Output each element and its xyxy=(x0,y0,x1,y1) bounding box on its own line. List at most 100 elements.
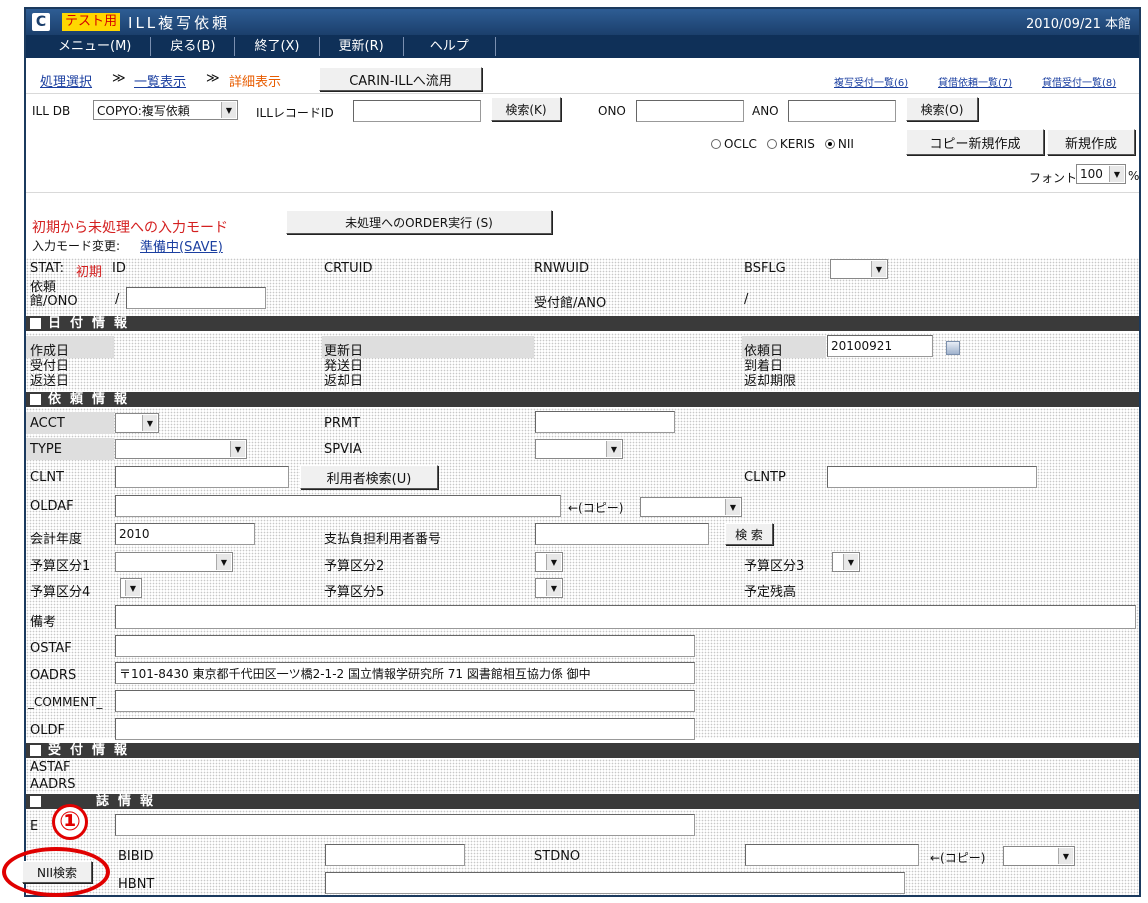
request-lib-ono-label: 依頼館/ONO xyxy=(30,280,78,309)
ill-db-select[interactable]: COPYO:複写依頼 ▼ xyxy=(93,100,238,120)
spvia-select[interactable]: ▼ xyxy=(535,439,623,459)
copy-new-button[interactable]: コピー新規作成 xyxy=(906,129,1044,155)
returned-date-label: 返送日 xyxy=(30,374,70,389)
clnt-label: CLNT xyxy=(30,470,64,485)
budget5-label: 予算区分5 xyxy=(324,585,385,600)
radio-oclc-label: OCLC xyxy=(724,137,757,151)
ostaf-input[interactable] xyxy=(115,635,695,657)
radio-nii[interactable] xyxy=(824,139,835,149)
request-date-input[interactable]: 20100921 xyxy=(827,335,933,357)
section-date-title: 日付情報 xyxy=(48,316,137,331)
rnwuid-label: RNWUID xyxy=(534,261,589,276)
type-select[interactable]: ▼ xyxy=(115,439,247,459)
app-logo-icon: C xyxy=(32,13,50,31)
clntp-input[interactable] xyxy=(827,466,1037,488)
comment-label: _COMMENT_ xyxy=(28,695,103,709)
fiscal-year-input[interactable]: 2010 xyxy=(115,523,255,545)
menu-item-back[interactable]: 戻る(B) xyxy=(151,37,236,56)
section-request-info: 依頼情報 xyxy=(26,392,1139,407)
chevron-down-icon: ▼ xyxy=(606,441,621,457)
hbnt-input[interactable] xyxy=(325,872,905,894)
budget5-select[interactable]: ▼ xyxy=(535,578,563,598)
payer-label: 支払負担利用者番号 xyxy=(324,532,442,547)
font-size-select[interactable]: 100 ▼ xyxy=(1076,164,1126,184)
menu-item-menu[interactable]: メニュー(M) xyxy=(32,37,152,56)
budget3-label: 予算区分3 xyxy=(744,559,805,574)
prmt-input[interactable] xyxy=(535,411,675,433)
mode-change-link[interactable]: 準備中(SAVE) xyxy=(140,236,223,255)
radio-oclc[interactable] xyxy=(711,139,721,149)
breadcrumb-sep: ≫ xyxy=(112,71,126,86)
crtuid-label: CRTUID xyxy=(324,261,373,276)
id-label: ID xyxy=(112,261,126,276)
created-date-label: 作成日 xyxy=(30,344,70,359)
clnt-input[interactable] xyxy=(115,466,289,488)
bibid-input[interactable] xyxy=(325,844,465,866)
font-unit: % xyxy=(1128,169,1140,183)
stdno-input[interactable] xyxy=(745,844,919,866)
astaf-label: ASTAF xyxy=(30,760,71,775)
link-loan-receive-list[interactable]: 貸借受付一覧(8) xyxy=(1042,74,1116,89)
menu-item-exit[interactable]: 終了(X) xyxy=(235,37,320,56)
link-loan-request-list[interactable]: 貸借依頼一覧(7) xyxy=(938,74,1012,89)
section-journal-title: 誌情報 xyxy=(96,794,163,809)
ono-input[interactable] xyxy=(636,100,744,122)
payer-input[interactable] xyxy=(535,523,709,545)
budget3-select[interactable]: ▼ xyxy=(832,552,860,572)
return-due-label: 返却期限 xyxy=(744,374,797,389)
link-copy-receive-list[interactable]: 複写受付一覧(6) xyxy=(834,74,908,89)
section-request-title: 依頼情報 xyxy=(48,392,137,407)
carin-ill-reuse-button[interactable]: CARIN-ILLへ流用 xyxy=(319,67,482,91)
input-mode-title: 初期から未処理への入力モード xyxy=(32,220,228,236)
budget4-select[interactable]: ▼ xyxy=(120,578,142,598)
search-o-button[interactable]: 検索(O) xyxy=(906,97,978,121)
ill-record-id-label: ILLレコードID xyxy=(256,106,334,120)
order-execute-button[interactable]: 未処理へのORDER実行 (S) xyxy=(286,210,552,234)
font-label: フォント xyxy=(1029,171,1078,185)
hbnt-label: HBNT xyxy=(118,877,155,892)
notes-input[interactable] xyxy=(115,605,1136,629)
oldf-input[interactable] xyxy=(115,718,695,740)
ano-input[interactable] xyxy=(788,100,896,122)
arrived-date-label: 到着日 xyxy=(744,359,784,374)
chevron-down-icon: ▼ xyxy=(1058,848,1073,864)
mode-change-label: 入力モード変更: xyxy=(32,239,121,253)
payer-search-button[interactable]: 検 索 xyxy=(725,523,773,545)
stdno-copy-select[interactable]: ▼ xyxy=(1003,846,1075,866)
calendar-icon[interactable] xyxy=(946,341,960,355)
acct-select[interactable]: ▼ xyxy=(115,413,159,433)
oadrs-input[interactable]: 〒101-8430 東京都千代田区一ツ橋2-1-2 国立情報学研究所 71 図書… xyxy=(115,662,695,684)
bibid-label: BIBID xyxy=(118,849,154,864)
user-search-button[interactable]: 利用者検索(U) xyxy=(300,465,438,489)
window-title: ILL複写依頼 xyxy=(128,13,231,32)
budget1-select[interactable]: ▼ xyxy=(115,552,233,572)
menu-item-help[interactable]: ヘルプ xyxy=(404,37,496,56)
chevron-down-icon: ▼ xyxy=(546,554,561,570)
breadcrumb-list-view[interactable]: 一覧表示 xyxy=(134,71,186,90)
oldaf-input[interactable] xyxy=(115,495,561,517)
search-k-button[interactable]: 検索(K) xyxy=(491,97,561,121)
ano-label: ANO xyxy=(752,104,779,118)
budget2-select[interactable]: ▼ xyxy=(535,552,563,572)
bsflg-select[interactable]: ▼ xyxy=(830,259,888,279)
chevron-down-icon: ▼ xyxy=(546,580,561,596)
request-ono-input[interactable] xyxy=(126,287,266,309)
radio-keris[interactable] xyxy=(766,139,777,149)
menu-item-refresh[interactable]: 更新(R) xyxy=(320,37,404,56)
notes-label: 備考 xyxy=(30,615,57,630)
stat-label: STAT: xyxy=(30,261,64,276)
ill-record-id-input[interactable] xyxy=(353,100,481,122)
ostaf-label: OSTAF xyxy=(30,641,72,656)
breadcrumb-process-select[interactable]: 処理選択 xyxy=(40,71,92,90)
highlight-ellipse xyxy=(2,847,110,897)
aadrs-label: AADRS xyxy=(30,777,76,792)
request-slash: / xyxy=(115,292,120,307)
return-recv-date-label: 返却日 xyxy=(324,374,364,389)
request-date-label: 依頼日 xyxy=(744,344,784,359)
section-date-info: 日付情報 xyxy=(26,316,1139,331)
oldaf-copy-select[interactable]: ▼ xyxy=(640,497,742,517)
comment-input[interactable] xyxy=(115,690,695,712)
prmt-label: PRMT xyxy=(324,416,361,431)
new-button[interactable]: 新規作成 xyxy=(1047,129,1135,155)
journal-e-input[interactable] xyxy=(115,814,695,836)
